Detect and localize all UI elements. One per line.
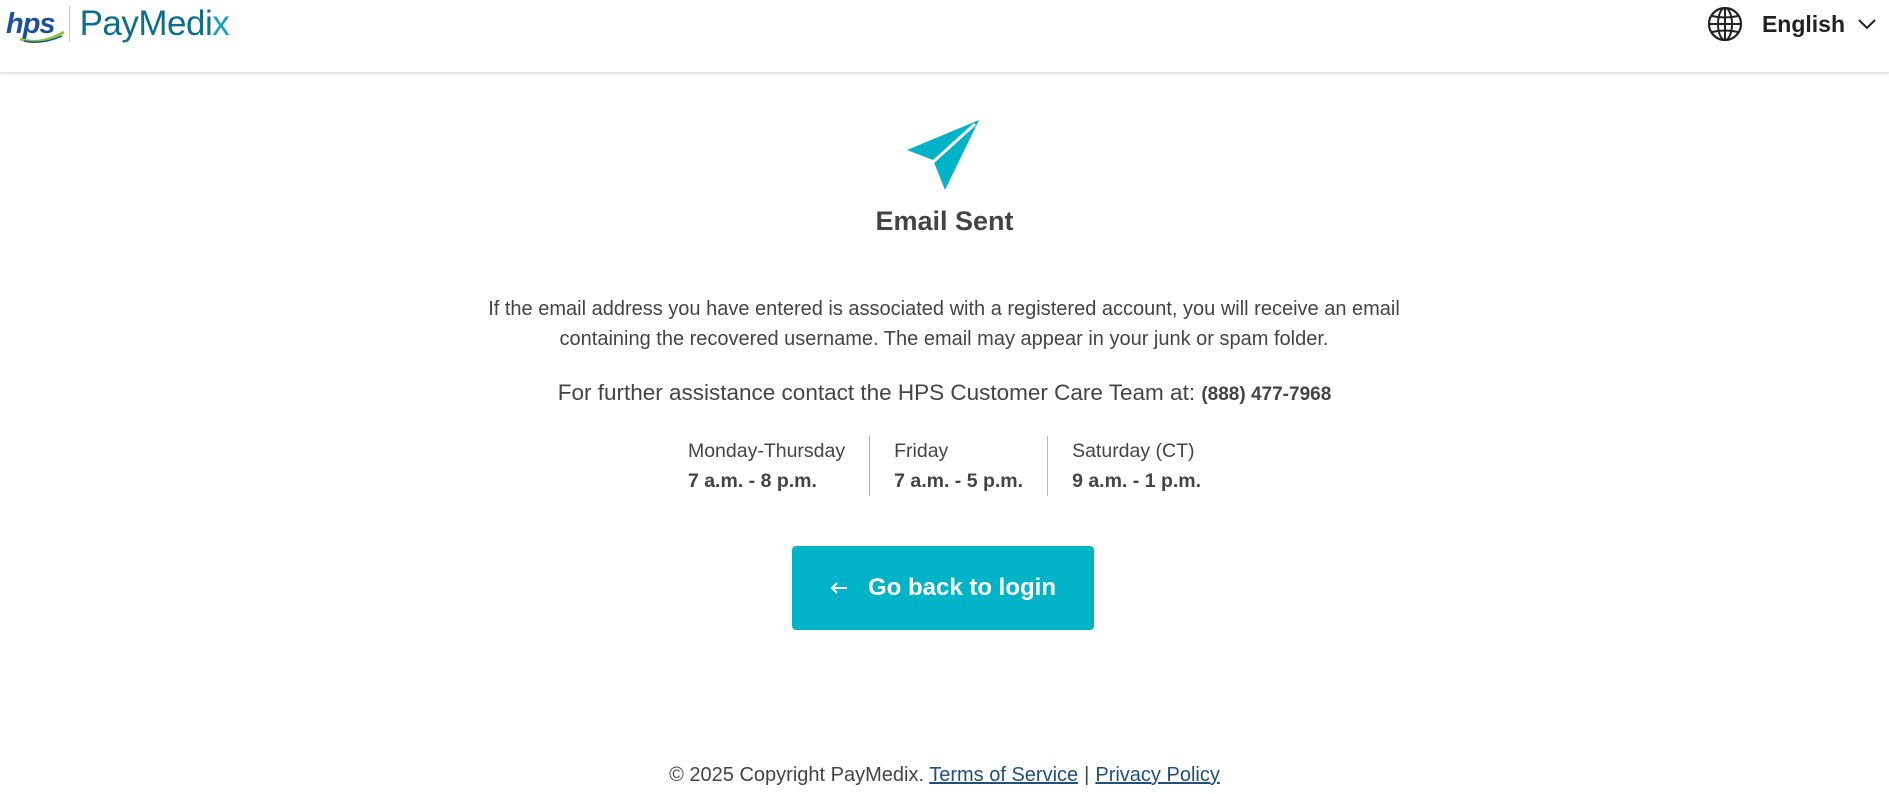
hours-day: Saturday (CT) bbox=[1072, 440, 1195, 462]
hps-logo: hps bbox=[6, 8, 65, 43]
hps-swoosh-icon bbox=[19, 30, 65, 43]
assistance-text: For further assistance contact the HPS C… bbox=[0, 380, 1889, 406]
hours-monday-thursday: Monday-Thursday 7 a.m. - 8 p.m. bbox=[664, 436, 869, 496]
privacy-policy-link[interactable]: Privacy Policy bbox=[1095, 764, 1219, 786]
arrow-left-icon bbox=[830, 581, 848, 595]
paper-plane-icon bbox=[907, 120, 979, 190]
brand-logo[interactable]: hps PayMedix bbox=[6, 4, 230, 44]
main-content: Email Sent If the email address you have… bbox=[0, 72, 1889, 794]
hours-time: 9 a.m. - 1 p.m. bbox=[1072, 470, 1202, 492]
language-selector[interactable]: English bbox=[1706, 4, 1877, 44]
hours-friday: Friday 7 a.m. - 5 p.m. bbox=[869, 436, 1047, 496]
top-header: hps PayMedix English bbox=[0, 0, 1889, 73]
copyright-text: © 2025 Copyright PayMedix. bbox=[669, 764, 925, 786]
globe-icon bbox=[1707, 6, 1743, 42]
go-back-to-login-label: Go back to login bbox=[867, 574, 1056, 601]
footer: © 2025 Copyright PayMedix. Terms of Serv… bbox=[0, 764, 1889, 787]
hours-saturday: Saturday (CT) 9 a.m. - 1 p.m. bbox=[1047, 436, 1225, 496]
language-label: English bbox=[1761, 10, 1845, 37]
terms-of-service-link[interactable]: Terms of Service bbox=[929, 764, 1078, 786]
support-phone: (888) 477-7968 bbox=[1201, 384, 1332, 405]
hours-day: Friday bbox=[894, 440, 949, 462]
go-back-to-login-button[interactable]: Go back to login bbox=[792, 546, 1094, 630]
support-hours: Monday-Thursday 7 a.m. - 8 p.m. Friday 7… bbox=[0, 436, 1889, 496]
assistance-label: For further assistance contact the HPS C… bbox=[557, 380, 1196, 405]
hours-time: 7 a.m. - 5 p.m. bbox=[894, 470, 1024, 492]
chevron-down-icon bbox=[1858, 19, 1876, 30]
email-sent-message: If the email address you have entered is… bbox=[488, 298, 1400, 350]
hours-time: 7 a.m. - 8 p.m. bbox=[687, 470, 817, 492]
logo-divider bbox=[68, 6, 70, 42]
page-title: Email Sent bbox=[875, 206, 1014, 236]
paymedix-logo: PayMedix bbox=[79, 4, 230, 43]
hours-day: Monday-Thursday bbox=[687, 440, 846, 462]
footer-separator: | bbox=[1084, 764, 1090, 786]
